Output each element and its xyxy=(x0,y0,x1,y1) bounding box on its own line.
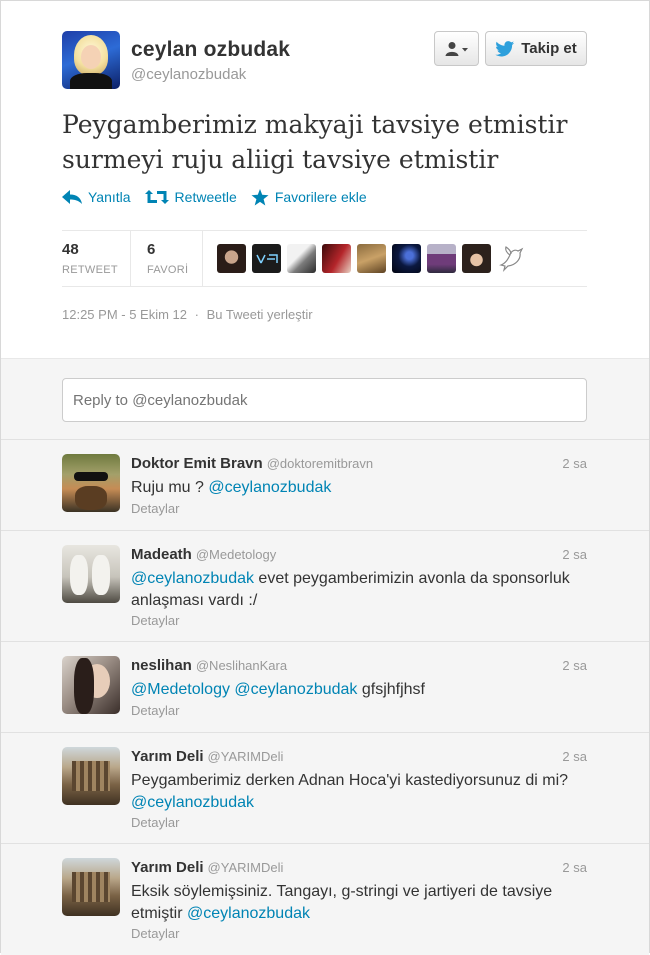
retweeter-avatar[interactable] xyxy=(322,244,351,273)
retweet-action[interactable]: Retweetle xyxy=(144,189,237,205)
reply-author[interactable]: Doktor Emit Bravn @doktoremitbravn xyxy=(131,455,373,472)
retweet-icon xyxy=(144,190,169,204)
mention-link[interactable]: @ceylanozbudak xyxy=(208,479,331,496)
retweet-stat-label: RETWEET xyxy=(62,264,118,276)
tweet-timestamp[interactable]: 12:25 PM - 5 Ekim 12 xyxy=(62,307,187,322)
reply-text: Peygamberimiz derken Adnan Hoca'yi kaste… xyxy=(131,770,591,814)
embed-tweet-link[interactable]: Bu Tweeti yerleştir xyxy=(207,307,313,322)
favorite-action[interactable]: Favorilere ekle xyxy=(251,188,367,206)
retweeter-avatar[interactable] xyxy=(287,244,316,273)
twitter-bird-icon xyxy=(495,40,515,56)
reply-avatar[interactable] xyxy=(62,545,120,603)
reply-text: @Medetology @ceylanozbudak gfsjhfjhsf xyxy=(131,679,591,701)
replies-list: Doktor Emit Bravn @doktoremitbravn 2 sa R… xyxy=(1,440,649,955)
reply-author-name: Doktor Emit Bravn xyxy=(131,455,263,472)
favorite-count: 6 xyxy=(147,241,156,258)
reply-text-plain: Peygamberimiz derken Adnan Hoca'yi kaste… xyxy=(131,772,569,789)
retweeter-avatar[interactable] xyxy=(357,244,386,273)
reply-author-handle: @YARIMDeli xyxy=(207,860,284,875)
reply-item: Yarım Deli @YARIMDeli 2 sa Peygamberimiz … xyxy=(1,733,649,844)
reply-time[interactable]: 2 sa xyxy=(562,547,587,562)
reply-input[interactable] xyxy=(62,378,587,422)
details-link[interactable]: Detaylar xyxy=(131,815,179,830)
tweet-text: Peygamberimiz makyaji tavsiye etmistir s… xyxy=(62,107,602,177)
author-name[interactable]: ceylan ozbudak xyxy=(131,38,290,62)
tweet-text-line-1: Peygamberimiz makyaji tavsiye etmistir xyxy=(62,110,568,139)
follow-button[interactable]: Takip et xyxy=(485,31,587,66)
retweet-stat[interactable]: 48 RETWEET xyxy=(62,231,130,287)
retweeter-avatar[interactable] xyxy=(252,244,281,273)
reply-author-name: Yarım Deli xyxy=(131,748,204,765)
reply-text: Ruju mu ? @ceylanozbudak xyxy=(131,477,591,499)
reply-time[interactable]: 2 sa xyxy=(562,860,587,875)
reply-text: Eksik söylemişsiniz. Tangayı, g-stringi … xyxy=(131,881,591,925)
reply-item: Yarım Deli @YARIMDeli 2 sa Eksik söylemiş… xyxy=(1,844,649,955)
tweet-card: ceylan ozbudak @ceylanozbudak Takip et P… xyxy=(0,0,650,955)
favorite-stat-label: FAVORİ xyxy=(147,264,189,276)
reply-author-name: Madeath xyxy=(131,546,192,563)
retweeter-avatar[interactable] xyxy=(392,244,421,273)
retweeter-avatar[interactable] xyxy=(217,244,246,273)
reply-item: Doktor Emit Bravn @doktoremitbravn 2 sa R… xyxy=(1,440,649,531)
reply-author-handle: @doktoremitbravn xyxy=(266,456,374,471)
dove-icon xyxy=(499,246,524,272)
stat-divider xyxy=(130,231,131,287)
reply-text: @ceylanozbudak evet peygamberimizin avon… xyxy=(131,568,591,612)
reply-author-handle: @Medetology xyxy=(195,547,277,562)
reply-author[interactable]: neslihan @NeslihanKara xyxy=(131,657,287,674)
mention-link[interactable]: @ceylanozbudak xyxy=(187,905,310,922)
reply-avatar[interactable] xyxy=(62,858,120,916)
reply-author-name: neslihan xyxy=(131,657,192,674)
retweeter-avatar[interactable] xyxy=(427,244,456,273)
retweeter-avatar[interactable] xyxy=(462,244,491,273)
reply-avatar[interactable] xyxy=(62,747,120,805)
reply-text-plain: gfsjhfjhsf xyxy=(357,681,425,698)
meta-separator: · xyxy=(194,307,199,322)
tweet-header: ceylan ozbudak @ceylanozbudak Takip et P… xyxy=(1,1,649,358)
reply-author[interactable]: Yarım Deli @YARIMDeli xyxy=(131,859,283,876)
tweet-actions: Yanıtla Retweetle Favorilere ekle xyxy=(62,184,381,210)
mention-link[interactable]: @ceylanozbudak xyxy=(234,681,357,698)
favorite-label: Favorilere ekle xyxy=(274,189,367,205)
retweet-label: Retweetle xyxy=(174,189,237,205)
tweet-meta: 12:25 PM - 5 Ekim 12 · Bu Tweeti yerleşt… xyxy=(62,307,317,322)
details-link[interactable]: Detaylar xyxy=(131,501,179,516)
follow-label: Takip et xyxy=(521,40,577,57)
tweet-text-line-2: surmeyi ruju aliigi tavsiye etmistir xyxy=(62,145,499,174)
reply-arrow-icon xyxy=(62,190,82,204)
retweeter-avatar[interactable] xyxy=(497,244,526,273)
details-link[interactable]: Detaylar xyxy=(131,613,179,628)
reply-item: Madeath @Medetology 2 sa @ceylanozbudak e… xyxy=(1,531,649,642)
mention-link[interactable]: @ceylanozbudak xyxy=(131,570,254,587)
tweet-stats: 48 RETWEET 6 FAVORİ xyxy=(62,230,587,287)
mention-link[interactable]: @Medetology xyxy=(131,681,230,698)
person-icon xyxy=(445,41,468,56)
reply-avatar[interactable] xyxy=(62,454,120,512)
reply-author-handle: @YARIMDeli xyxy=(207,749,284,764)
reply-item: neslihan @NeslihanKara 2 sa @Medetology @… xyxy=(1,642,649,733)
reply-text-plain: Ruju mu ? xyxy=(131,479,209,496)
favorite-stat[interactable]: 6 FAVORİ xyxy=(147,231,203,287)
retweet-count: 48 xyxy=(62,241,79,258)
author-avatar[interactable] xyxy=(62,31,120,89)
reply-author-name: Yarım Deli xyxy=(131,859,204,876)
reply-author[interactable]: Yarım Deli @YARIMDeli xyxy=(131,748,283,765)
reply-author-handle: @NeslihanKara xyxy=(195,658,288,673)
user-actions-button[interactable] xyxy=(434,31,479,66)
reply-time[interactable]: 2 sa xyxy=(562,658,587,673)
details-link[interactable]: Detaylar xyxy=(131,926,179,941)
stat-divider xyxy=(202,231,203,287)
star-icon xyxy=(251,188,269,205)
mention-link[interactable]: @ceylanozbudak xyxy=(131,794,254,811)
reply-label: Yanıtla xyxy=(88,189,131,205)
reply-action[interactable]: Yanıtla xyxy=(62,189,131,205)
reply-author[interactable]: Madeath @Medetology xyxy=(131,546,276,563)
details-link[interactable]: Detaylar xyxy=(131,703,179,718)
retweeter-avatars xyxy=(217,244,532,273)
reply-time[interactable]: 2 sa xyxy=(562,456,587,471)
author-handle[interactable]: @ceylanozbudak xyxy=(131,66,246,83)
reply-time[interactable]: 2 sa xyxy=(562,749,587,764)
reply-avatar[interactable] xyxy=(62,656,120,714)
reply-area xyxy=(1,358,649,440)
